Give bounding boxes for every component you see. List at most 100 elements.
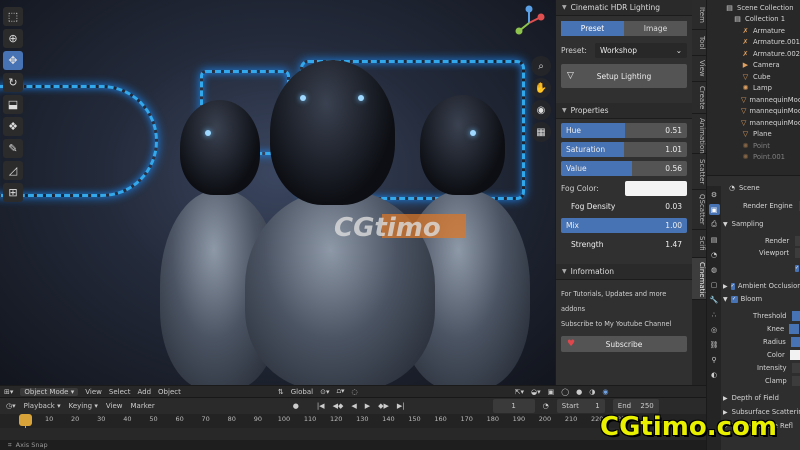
outliner-item[interactable]: ▶ Camera [711, 60, 800, 72]
gizmo-toggle-icon[interactable]: ⇱▾ [515, 388, 524, 396]
bloom-checkbox[interactable]: ✓ [730, 295, 738, 303]
menu-select[interactable]: Select [109, 388, 131, 396]
shading-wire-icon[interactable]: ◯ [561, 388, 569, 396]
rotate-icon[interactable]: ↻ [3, 73, 23, 92]
checkbox-icon[interactable]: ✓ [795, 264, 800, 272]
radius-row[interactable]: Radius [763, 336, 800, 348]
mix-slider[interactable]: Mix 1.00 [561, 218, 687, 233]
transform-icon[interactable]: ❖ [3, 117, 23, 136]
editor-type-icon[interactable]: ⊞▾ [4, 388, 13, 396]
shading-material-icon[interactable]: ◑ [589, 388, 595, 396]
setup-lighting-button[interactable]: ▽ Setup Lighting [561, 64, 687, 88]
menu-view[interactable]: View [106, 402, 123, 410]
material-icon[interactable]: ◐ [709, 369, 720, 380]
tool-icon[interactable]: ⚙ [709, 189, 720, 200]
properties-header[interactable]: ▼ Properties [556, 103, 692, 119]
ao-row[interactable]: ▶ ✓ Ambient Occlusion [723, 280, 800, 292]
data-icon[interactable]: ⚲ [709, 354, 720, 365]
play-reverse-icon[interactable]: ◀ [351, 402, 356, 410]
proportional-icon[interactable]: ◌ [352, 388, 358, 396]
fog-density-field[interactable]: Fog Density 0.03 [561, 199, 687, 214]
clamp-field[interactable] [791, 376, 800, 386]
threshold-field[interactable] [791, 311, 800, 321]
outliner-item[interactable]: ✗ Armature [711, 25, 800, 37]
tab-view[interactable]: View [692, 56, 706, 82]
object-mode-dropdown[interactable]: Object Mode ▾ [20, 387, 79, 396]
measure-icon[interactable]: ◿ [3, 161, 23, 180]
outliner-item[interactable]: ▤ Collection 1 [711, 14, 800, 26]
outliner-item[interactable]: ✺ Point.001 [711, 152, 800, 164]
knee-row[interactable]: Knee [767, 323, 800, 335]
dof-row[interactable]: ▶ Depth of Field [723, 392, 800, 404]
menu-add[interactable]: Add [137, 388, 151, 396]
add-cube-icon[interactable]: ⊞ [3, 183, 23, 202]
sampling-header[interactable]: ▼ Sampling [723, 218, 800, 230]
menu-view[interactable]: View [85, 388, 102, 396]
tab-animation[interactable]: Animation [692, 114, 706, 154]
intensity-field[interactable] [791, 363, 800, 373]
tab-image[interactable]: Image [624, 21, 687, 36]
overlay-icon[interactable]: ◒▾ [531, 388, 541, 396]
view-layer-icon[interactable]: ▤ [709, 234, 720, 245]
start-frame-field[interactable]: Start 1 [556, 399, 605, 413]
camera-icon[interactable]: ◉ [531, 100, 551, 120]
current-frame-field[interactable]: 1 [492, 399, 535, 413]
outliner-item[interactable]: ▤ Scene Collection [711, 2, 800, 14]
move-icon[interactable]: ✥ [3, 51, 23, 70]
jump-start-icon[interactable]: |◀ [317, 402, 325, 410]
menu-object[interactable]: Object [158, 388, 181, 396]
outliner-item[interactable]: ✗ Armature.002 [711, 48, 800, 60]
tab-tool[interactable]: Tool [692, 30, 706, 56]
playhead[interactable] [19, 414, 32, 426]
saturation-slider[interactable]: Saturation 1.01 [561, 142, 687, 157]
knee-field[interactable] [789, 324, 800, 334]
pivot-icon[interactable]: ⊙▾ [320, 388, 329, 396]
transform-orientation-dropdown[interactable]: Global [291, 388, 313, 396]
strength-field[interactable]: Strength 1.47 [561, 237, 687, 252]
viewport-samples-field[interactable] [795, 248, 800, 258]
constraints-icon[interactable]: ⛓ [709, 339, 720, 350]
particles-icon[interactable]: ∴ [709, 309, 720, 320]
modifier-icon[interactable]: 🔧 [709, 294, 720, 305]
scene-icon[interactable]: ◔ [709, 249, 720, 260]
object-icon[interactable]: ▢ [709, 279, 720, 290]
select-box-icon[interactable]: ⬚ [3, 7, 23, 26]
tab-scifi[interactable]: Scifi [692, 230, 706, 258]
bloom-row[interactable]: ▼ ✓ Bloom [723, 293, 800, 305]
3d-viewport[interactable]: CGtimo ⬚ ⊕ ✥ ↻ ⬓ ❖ ✎ ◿ ⊞ ⌕ ✋ ◉ ▦ [0, 0, 555, 385]
outliner-item[interactable]: ▽ Cube [711, 71, 800, 83]
hand-pan-icon[interactable]: ✋ [531, 78, 551, 98]
zoom-icon[interactable]: ⌕ [531, 56, 551, 76]
record-icon[interactable]: ● [293, 402, 299, 410]
intensity-row[interactable]: Intensity [757, 362, 800, 374]
end-frame-field[interactable]: End 250 [612, 399, 659, 413]
render-samples-field[interactable] [795, 236, 800, 246]
outliner-item[interactable]: ✗ Armature.001 [711, 37, 800, 49]
color-row[interactable]: Color [767, 349, 800, 361]
xray-icon[interactable]: ▣ [548, 388, 555, 396]
clamp-row[interactable]: Clamp [765, 375, 800, 387]
tab-create[interactable]: Create [692, 82, 706, 114]
prev-keyframe-icon[interactable]: ◀◆ [333, 402, 344, 410]
play-icon[interactable]: ▶ [365, 402, 370, 410]
tab-cinematic[interactable]: Cinematic [692, 258, 706, 300]
tab-item[interactable]: Item [692, 0, 706, 30]
menu-keying[interactable]: Keying ▾ [69, 402, 98, 410]
axis-gizmo[interactable] [511, 5, 547, 41]
outliner-item[interactable]: ▽ mannequinMod [711, 117, 800, 129]
physics-icon[interactable]: ◎ [709, 324, 720, 335]
menu-marker[interactable]: Marker [131, 402, 155, 410]
render-icon[interactable]: ▣ [708, 204, 720, 215]
render-samples-row[interactable]: Render [765, 235, 800, 247]
outliner-item[interactable]: ✺ Lamp [711, 83, 800, 95]
orientation-icon[interactable]: ⇅ [278, 388, 284, 396]
panel-header[interactable]: ▼ Cinematic HDR Lighting [556, 0, 692, 16]
jump-end-icon[interactable]: ▶| [397, 402, 405, 410]
hue-slider[interactable]: Hue 0.51 [561, 123, 687, 138]
annotate-icon[interactable]: ✎ [3, 139, 23, 158]
ao-checkbox[interactable]: ✓ [730, 282, 735, 290]
menu-playback[interactable]: Playback ▾ [24, 402, 61, 410]
value-slider[interactable]: Value 0.56 [561, 161, 687, 176]
render-engine-row[interactable]: Render Engine [743, 200, 800, 212]
tab-qscatter[interactable]: QScatter [692, 190, 706, 230]
